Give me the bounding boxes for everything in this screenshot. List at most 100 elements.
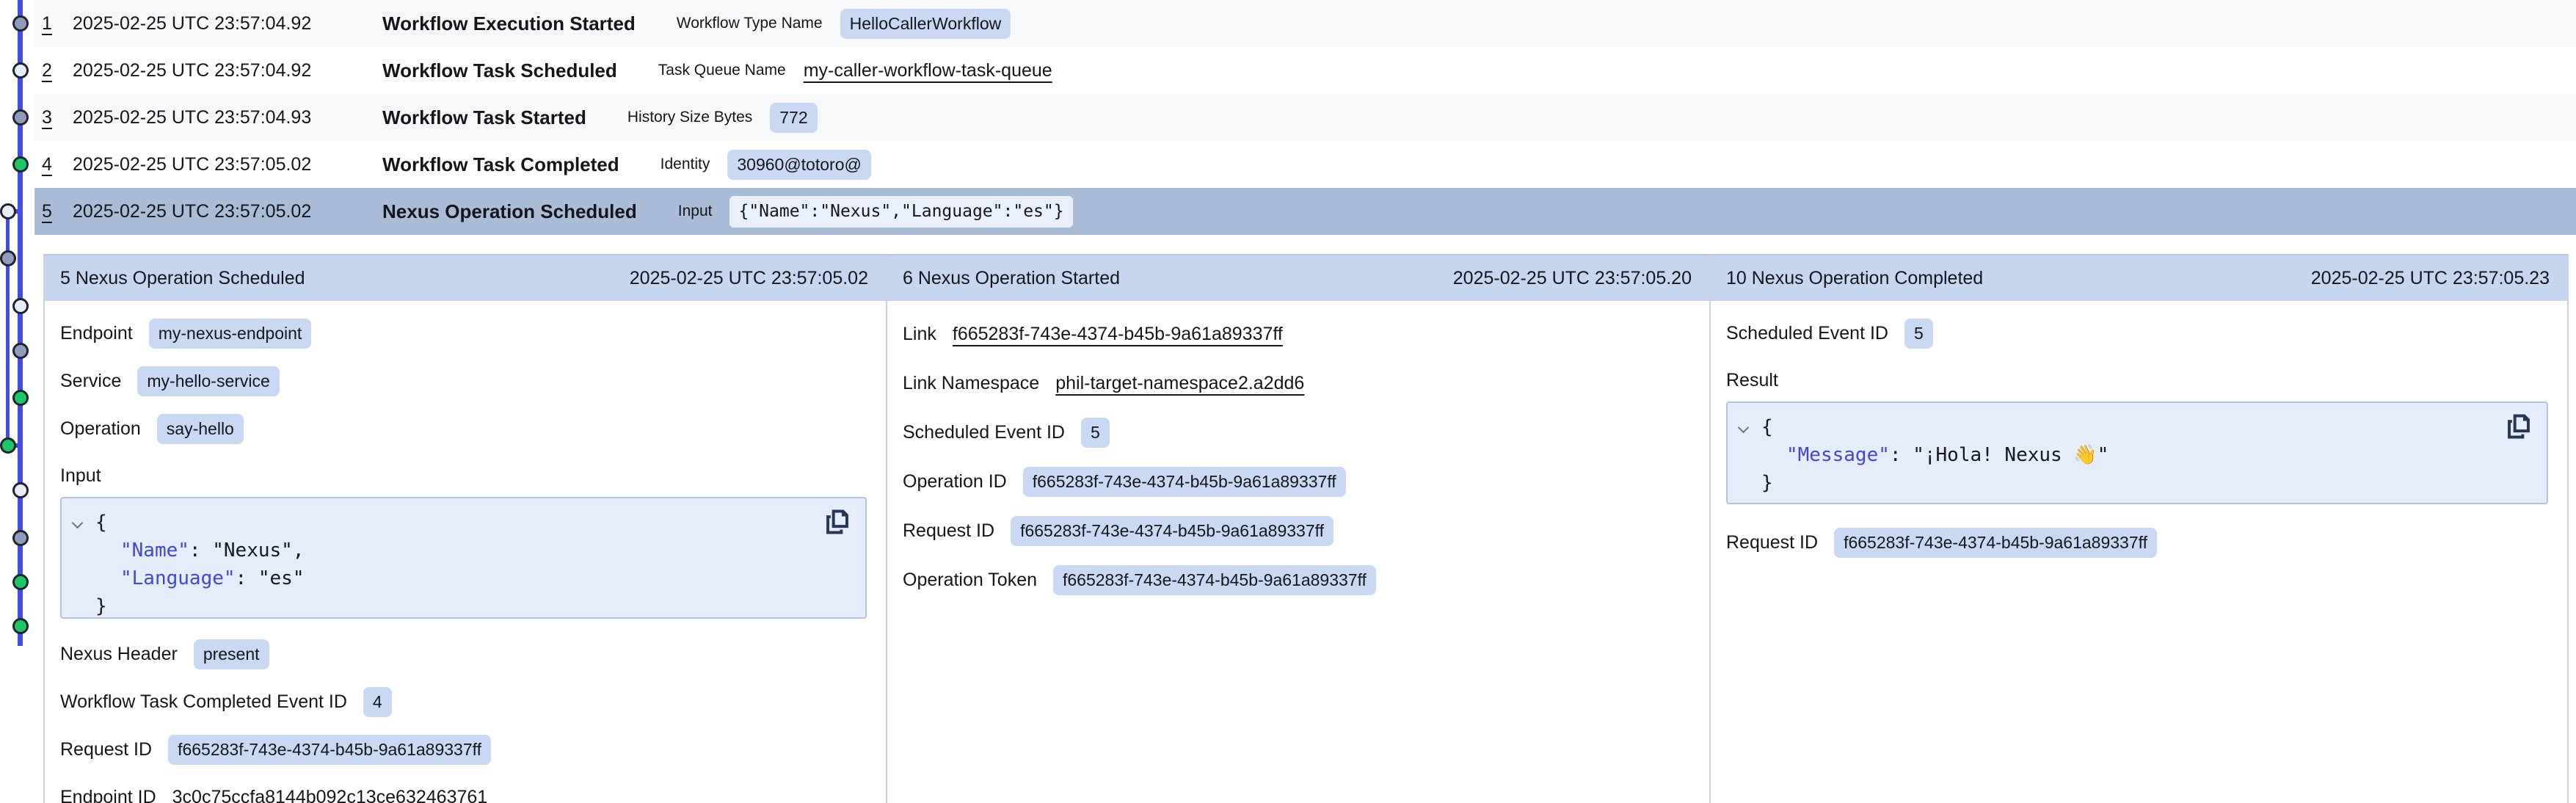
field-link: Link f665283f-743e-4374-b45b-9a61a89337f… <box>903 310 1690 359</box>
event-id-link[interactable]: 3 <box>42 107 73 128</box>
field-result: Result <box>1726 357 2548 391</box>
event-detail-panels: 5 Nexus Operation Scheduled 2025-02-25 U… <box>43 254 2569 803</box>
event-marker-completed-icon[interactable] <box>12 618 29 634</box>
field-label: Scheduled Event ID <box>1726 323 1888 344</box>
event-row-2[interactable]: 2 2025-02-25 UTC 23:57:04.92 Workflow Ta… <box>34 47 2576 94</box>
panel-nexus-operation-scheduled: 5 Nexus Operation Scheduled 2025-02-25 U… <box>43 254 886 803</box>
json-close-brace: } <box>95 595 107 617</box>
event-id-link[interactable]: 1 <box>42 13 73 34</box>
field-value-chip: 4 <box>363 687 392 717</box>
event-time: 2025-02-25 UTC 23:57:05.02 <box>73 201 382 222</box>
event-marker-completed-icon[interactable] <box>12 390 29 406</box>
field-value-chip: f665283f-743e-4374-b45b-9a61a89337ff <box>1834 528 2157 558</box>
event-row-3[interactable]: 3 2025-02-25 UTC 23:57:04.93 Workflow Ta… <box>34 94 2576 141</box>
panel-body: Scheduled Event ID 5 Result <box>1711 301 2567 567</box>
event-name: Workflow Task Started <box>382 106 586 129</box>
result-json-viewer: { "Message": "¡Hola! Nexus 👋" } <box>1726 402 2548 504</box>
field-label: Link Namespace <box>903 373 1039 394</box>
json-content: { "Message": "¡Hola! Nexus 👋" } <box>1738 413 2532 497</box>
event-marker-completed-icon[interactable] <box>0 437 16 454</box>
field-label: Result <box>1726 370 1778 391</box>
event-id-link[interactable]: 5 <box>42 201 73 222</box>
link-value[interactable]: f665283f-743e-4374-b45b-9a61a89337ff <box>953 324 1283 345</box>
field-value-chip: f665283f-743e-4374-b45b-9a61a89337ff <box>168 735 491 765</box>
event-attr-label: Input <box>678 203 713 220</box>
field-scheduled-event-id: Scheduled Event ID 5 <box>1726 310 2548 357</box>
field-value-chip: f665283f-743e-4374-b45b-9a61a89337ff <box>1011 516 1334 546</box>
field-link-namespace: Link Namespace phil-target-namespace2.a2… <box>903 359 1690 408</box>
event-marker-started-icon[interactable] <box>12 530 29 546</box>
field-value-chip: my-hello-service <box>137 366 279 396</box>
field-nexus-header: Nexus Header present <box>60 631 867 678</box>
panel-timestamp: 2025-02-25 UTC 23:57:05.20 <box>1453 268 1692 289</box>
event-marker-scheduled-icon[interactable] <box>12 298 29 314</box>
event-time: 2025-02-25 UTC 23:57:04.92 <box>73 60 382 81</box>
field-service: Service my-hello-service <box>60 357 867 405</box>
event-marker-started-icon[interactable] <box>12 343 29 359</box>
panel-body: Link f665283f-743e-4374-b45b-9a61a89337f… <box>887 301 1709 605</box>
event-history-list: 1 2025-02-25 UTC 23:57:04.92 Workflow Ex… <box>34 0 2576 235</box>
json-key: "Name" <box>120 539 189 562</box>
event-marker-scheduled-icon[interactable] <box>12 62 29 79</box>
event-row-1[interactable]: 1 2025-02-25 UTC 23:57:04.92 Workflow Ex… <box>34 0 2576 47</box>
event-time: 2025-02-25 UTC 23:57:04.92 <box>73 13 382 34</box>
field-value-chip: say-hello <box>157 414 244 444</box>
event-attr-label: History Size Bytes <box>627 109 752 126</box>
field-label: Nexus Header <box>60 644 178 665</box>
json-sep: : <box>236 567 258 589</box>
panel-nexus-operation-completed: 10 Nexus Operation Completed 2025-02-25 … <box>1709 254 2569 803</box>
event-row-5-selected[interactable]: 5 2025-02-25 UTC 23:57:05.02 Nexus Opera… <box>34 188 2576 235</box>
event-row-4[interactable]: 4 2025-02-25 UTC 23:57:05.02 Workflow Ta… <box>34 141 2576 188</box>
field-value-chip: present <box>194 639 269 669</box>
copy-icon[interactable] <box>826 509 849 537</box>
json-value: "¡Hola! Nexus 👋" <box>1913 444 2109 466</box>
json-open-brace: { <box>95 512 107 534</box>
field-label: Request ID <box>903 520 994 542</box>
field-input: Input <box>60 453 867 487</box>
input-json-viewer: { "Name": "Nexus", "Language": "es" } <box>60 497 867 619</box>
event-marker-scheduled-icon[interactable] <box>12 482 29 498</box>
field-request-id: Request ID f665283f-743e-4374-b45b-9a61a… <box>1726 519 2548 567</box>
workflow-history-view: 1 2025-02-25 UTC 23:57:04.92 Workflow Ex… <box>0 0 2576 803</box>
json-sep: : <box>189 539 212 562</box>
event-marker-started-icon[interactable] <box>0 250 16 266</box>
event-name: Nexus Operation Scheduled <box>382 200 637 223</box>
field-label: Workflow Task Completed Event ID <box>60 691 347 713</box>
endpoint-id-link[interactable]: 3c0c75ccfa8144b092c13ce632463761 <box>172 787 488 803</box>
panel-header: 6 Nexus Operation Started 2025-02-25 UTC… <box>887 255 1709 301</box>
field-value-chip: 5 <box>1081 418 1110 448</box>
event-input-json-chip: {"Name":"Nexus","Language":"es"} <box>729 196 1072 228</box>
panel-timestamp: 2025-02-25 UTC 23:57:05.23 <box>2311 268 2550 289</box>
field-label: Operation ID <box>903 471 1007 493</box>
panel-title: 10 Nexus Operation Completed <box>1726 268 1983 289</box>
field-label: Request ID <box>60 739 152 760</box>
event-id-link[interactable]: 2 <box>42 60 73 81</box>
copy-icon[interactable] <box>2507 413 2530 442</box>
link-namespace-link[interactable]: phil-target-namespace2.a2dd6 <box>1055 373 1304 394</box>
field-operation-token: Operation Token f665283f-743e-4374-b45b-… <box>903 556 1690 605</box>
json-value: "Nexus", <box>212 539 304 562</box>
panel-header: 5 Nexus Operation Scheduled 2025-02-25 U… <box>45 255 886 301</box>
event-name: Workflow Task Completed <box>382 153 619 176</box>
field-label: Operation <box>60 418 141 440</box>
event-attr-value-chip: 772 <box>770 103 817 133</box>
json-sep: : <box>1890 444 1913 466</box>
task-queue-link[interactable]: my-caller-workflow-task-queue <box>804 60 1052 81</box>
event-marker-scheduled-icon[interactable] <box>0 203 16 219</box>
field-label: Input <box>60 465 101 487</box>
field-request-id: Request ID f665283f-743e-4374-b45b-9a61a… <box>60 726 867 774</box>
event-marker-started-icon[interactable] <box>12 15 29 32</box>
field-request-id: Request ID f665283f-743e-4374-b45b-9a61a… <box>903 506 1690 556</box>
field-operation-id: Operation ID f665283f-743e-4374-b45b-9a6… <box>903 457 1690 506</box>
field-label: Scheduled Event ID <box>903 422 1065 443</box>
field-value-chip: f665283f-743e-4374-b45b-9a61a89337ff <box>1023 467 1346 497</box>
field-value-chip: f665283f-743e-4374-b45b-9a61a89337ff <box>1053 565 1376 595</box>
event-attr-label: Workflow Type Name <box>677 15 823 32</box>
event-id-link[interactable]: 4 <box>42 154 73 175</box>
event-marker-completed-icon[interactable] <box>12 574 29 590</box>
json-content: { "Name": "Nexus", "Language": "es" } <box>72 509 851 620</box>
event-marker-completed-icon[interactable] <box>12 156 29 172</box>
event-attr-label: Task Queue Name <box>658 62 786 79</box>
event-marker-started-icon[interactable] <box>12 109 29 126</box>
panel-header: 10 Nexus Operation Completed 2025-02-25 … <box>1711 255 2567 301</box>
